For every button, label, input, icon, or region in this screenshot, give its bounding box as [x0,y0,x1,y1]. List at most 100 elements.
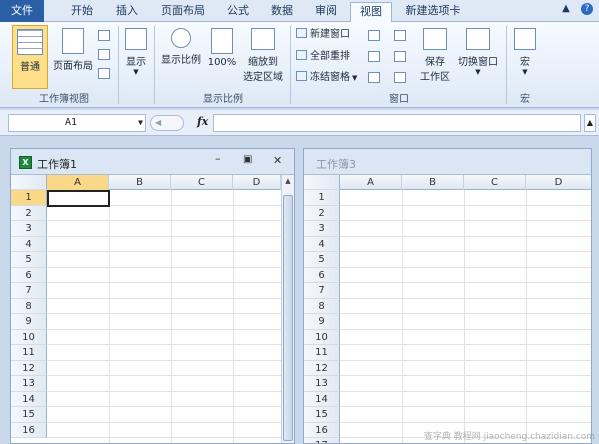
page-layout-view-button[interactable]: 页面布局 [50,25,96,89]
custom-views-icon[interactable] [98,49,110,60]
row-header[interactable]: 1 [11,190,47,206]
name-box[interactable]: A1 ▼ [8,114,146,132]
insert-function-icon[interactable]: fx [197,115,208,128]
reset-window-position-icon[interactable] [394,72,406,83]
row-header[interactable]: 8 [11,298,47,314]
row-header[interactable]: 4 [11,236,47,252]
restore-icon[interactable]: ▣ [243,154,252,165]
row-header[interactable]: 16 [11,422,47,438]
row-header[interactable]: 12 [304,360,340,376]
row-header[interactable]: 3 [11,221,47,237]
select-all-corner[interactable] [11,175,47,190]
gridline [47,421,281,423]
column-header-row: A B C D [11,175,294,190]
gridline [47,406,281,407]
gridline [340,282,591,283]
row-header[interactable]: 15 [304,407,340,423]
show-button[interactable]: 显示 ▼ [122,25,150,89]
column-header[interactable]: A [47,175,109,190]
close-icon[interactable]: ✕ [273,154,282,167]
row-header[interactable]: 2 [304,205,340,221]
tab-view[interactable]: 视图 [350,2,392,23]
column-header[interactable]: C [464,175,526,190]
unhide-icon[interactable] [368,72,380,83]
tab-insert[interactable]: 插入 [106,2,148,22]
row-header[interactable]: 8 [304,298,340,314]
zoom-to-selection-button[interactable]: 缩放到 选定区域 [240,25,286,89]
tab-file[interactable]: 文件 [0,0,44,22]
minimize-icon[interactable]: – [215,152,221,165]
row-header[interactable]: 7 [304,283,340,299]
normal-view-button[interactable]: 普通 [12,25,48,89]
tab-new-tab[interactable]: 新建选项卡 [398,2,468,22]
vertical-scrollbar[interactable]: ▲ [281,175,294,443]
row-header[interactable]: 11 [304,345,340,361]
row-header[interactable]: 4 [304,236,340,252]
column-header[interactable]: B [402,175,464,190]
full-screen-icon[interactable] [98,68,110,79]
column-header[interactable]: D [526,175,591,190]
tab-formulas[interactable]: 公式 [218,2,258,22]
row-header[interactable]: 11 [11,345,47,361]
switch-windows-button[interactable]: 切换窗口 ▼ [456,25,500,89]
row-header[interactable]: 14 [11,391,47,407]
sheet-grid[interactable]: A B C D 1234567891011121314151617 [304,175,591,443]
save-workspace-button[interactable]: 保存 工作区 [416,25,454,89]
column-header[interactable]: D [233,175,281,190]
row-header[interactable]: 9 [304,314,340,330]
help-icon[interactable]: ? [581,3,593,15]
row-header[interactable]: 15 [11,407,47,423]
arrange-all-button[interactable]: 全部重排 [296,50,350,64]
row-header[interactable]: 5 [304,252,340,268]
gridline [47,390,281,392]
row-header[interactable]: 16 [304,422,340,438]
new-window-button[interactable]: 新建窗口 [296,28,350,42]
scroll-up-icon[interactable]: ▲ [283,177,293,185]
page-break-preview-icon[interactable] [98,30,110,41]
active-cell-cursor[interactable] [47,190,110,207]
row-header[interactable]: 5 [11,252,47,268]
row-header[interactable]: 13 [11,376,47,392]
tab-home[interactable]: 开始 [58,2,106,22]
row-header[interactable]: 12 [11,360,47,376]
hide-icon[interactable] [368,51,380,62]
window-controls: ▲ ? [554,3,593,15]
column-header[interactable]: B [109,175,171,190]
tab-review[interactable]: 审阅 [306,2,346,22]
row-header[interactable]: 3 [304,221,340,237]
synchronous-scrolling-icon[interactable] [394,51,406,62]
split-icon[interactable] [368,30,380,41]
tab-data[interactable]: 数据 [260,2,304,22]
zoom-button[interactable]: 显示比例 [158,25,204,89]
sheet-grid[interactable]: A B C D 1 2 3 4 5 6 7 8 9 10 11 12 13 14 15 16 ▲ [11,175,294,443]
row-header[interactable]: 10 [11,329,47,345]
chevron-down-icon[interactable]: ▼ [138,115,143,131]
group-separator [154,26,155,104]
page-layout-label: 页面布局 [53,61,93,72]
row-header[interactable]: 2 [11,205,47,221]
macros-button[interactable]: 宏 ▼ [510,25,540,89]
gridline [233,190,234,443]
row-header[interactable]: 7 [11,283,47,299]
row-header[interactable]: 13 [304,376,340,392]
view-side-by-side-icon[interactable] [394,30,406,41]
formula-input[interactable] [213,114,581,132]
row-header[interactable]: 1 [304,190,340,206]
freeze-panes-button[interactable]: 冻结窗格 ▼ [296,71,357,85]
zoom-100-button[interactable]: 100% [206,25,238,89]
normal-view-label: 普通 [20,62,40,73]
row-header[interactable]: 17 [304,438,340,443]
column-header[interactable]: C [171,175,233,190]
row-header[interactable]: 6 [304,267,340,283]
column-header[interactable]: A [340,175,402,190]
expand-formula-bar-icon[interactable]: ▲ [584,114,596,132]
minimize-ribbon-icon[interactable]: ▲ [562,3,570,14]
row-header[interactable]: 6 [11,267,47,283]
row-header[interactable]: 14 [304,391,340,407]
row-header[interactable]: 10 [304,329,340,345]
row-header[interactable]: 9 [11,314,47,330]
magnifier-icon [171,28,191,48]
scroll-thumb[interactable] [283,195,293,441]
select-all-corner[interactable] [304,175,340,190]
tab-page-layout[interactable]: 页面布局 [150,2,216,22]
